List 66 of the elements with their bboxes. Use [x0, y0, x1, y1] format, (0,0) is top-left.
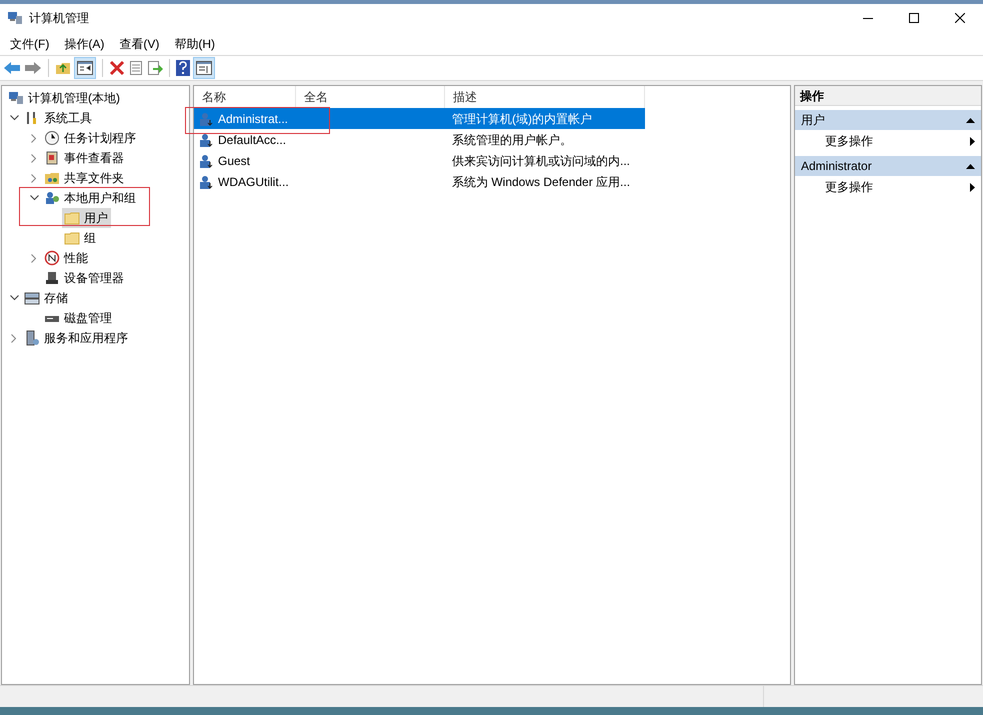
submenu-triangle-icon	[970, 136, 975, 146]
tree-item[interactable]: 系统工具	[22, 108, 95, 128]
folder-up-icon[interactable]	[55, 60, 71, 76]
tree-node-icon	[44, 170, 60, 186]
tree-item[interactable]: 任务计划程序	[42, 128, 139, 148]
tree-item[interactable]: 本地用户和组	[42, 188, 139, 208]
tree-item[interactable]: 存储	[22, 288, 71, 308]
tree-item[interactable]: 事件查看器	[42, 148, 127, 168]
action-item[interactable]: 更多操作	[795, 130, 981, 152]
pane-toggle-icon[interactable]	[77, 61, 93, 75]
table-row[interactable]: Guest 供来宾访问计算机或访问域的内...	[194, 150, 645, 171]
table-row[interactable]: DefaultAcc... 系统管理的用户帐户。	[194, 129, 645, 150]
tree-node-icon	[44, 130, 60, 146]
action-pane-icon[interactable]	[196, 61, 212, 75]
collapsed-chevron-icon[interactable]	[31, 134, 37, 142]
table-row[interactable]: Administrat... 管理计算机(域)的内置帐户	[194, 108, 645, 129]
expanded-chevron-icon[interactable]	[10, 115, 18, 121]
tree-item[interactable]: 计算机管理(本地)	[6, 88, 123, 108]
tree-node-icon	[44, 250, 60, 266]
menu-item[interactable]: 文件(F)	[3, 32, 56, 54]
tree-item[interactable]: 服务和应用程序	[22, 328, 131, 348]
user-icon	[199, 132, 215, 148]
export-icon[interactable]	[147, 60, 163, 76]
collapsed-chevron-icon[interactable]	[31, 174, 37, 182]
user-icon	[199, 174, 215, 190]
tree-item[interactable]: 磁盘管理	[42, 308, 115, 328]
collapsed-chevron-icon[interactable]	[31, 154, 37, 162]
action-section-header[interactable]: 用户	[795, 110, 981, 130]
expanded-chevron-icon[interactable]	[30, 195, 38, 201]
tree-item[interactable]: 组	[62, 228, 99, 248]
tree-item[interactable]: 性能	[42, 248, 91, 268]
tree-node-icon	[44, 270, 60, 286]
collapse-triangle-icon[interactable]	[966, 164, 975, 168]
submenu-triangle-icon	[970, 182, 975, 192]
tree-node-icon	[24, 330, 40, 346]
tree-node-icon	[44, 190, 60, 206]
tree-node-icon	[8, 90, 24, 106]
tree-item[interactable]: 共享文件夹	[42, 168, 127, 188]
tree-item[interactable]: 设备管理器	[42, 268, 127, 288]
actions-header: 操作	[795, 86, 981, 106]
menu-item[interactable]: 帮助(H)	[167, 32, 222, 54]
tree-node-icon	[24, 290, 40, 306]
back-arrow-icon[interactable]	[3, 61, 21, 75]
menu-item[interactable]: 查看(V)	[112, 32, 166, 54]
maximize-icon	[909, 13, 919, 23]
tree-node-icon	[64, 210, 80, 226]
close-icon	[955, 13, 965, 23]
computer-icon	[7, 10, 23, 26]
collapse-triangle-icon[interactable]	[966, 118, 975, 122]
collapsed-chevron-icon[interactable]	[11, 334, 17, 342]
action-item[interactable]: 更多操作	[795, 176, 981, 198]
tree-node-icon	[44, 150, 60, 166]
expanded-chevron-icon[interactable]	[10, 295, 18, 301]
forward-arrow-icon[interactable]	[24, 61, 42, 75]
tree-item[interactable]: 用户	[62, 208, 111, 228]
delete-icon[interactable]	[109, 60, 125, 76]
menu-item[interactable]: 操作(A)	[57, 32, 112, 54]
help-icon[interactable]	[176, 60, 190, 76]
user-icon	[199, 152, 215, 168]
collapsed-chevron-icon[interactable]	[31, 254, 37, 262]
window-title: 计算机管理	[29, 10, 89, 27]
tree-node-icon	[64, 230, 80, 246]
table-row[interactable]: WDAGUtilit... 系统为 Windows Defender 应用...	[194, 171, 645, 192]
properties-icon[interactable]	[128, 60, 144, 76]
user-icon	[199, 110, 215, 126]
action-section-header[interactable]: Administrator	[795, 156, 981, 176]
